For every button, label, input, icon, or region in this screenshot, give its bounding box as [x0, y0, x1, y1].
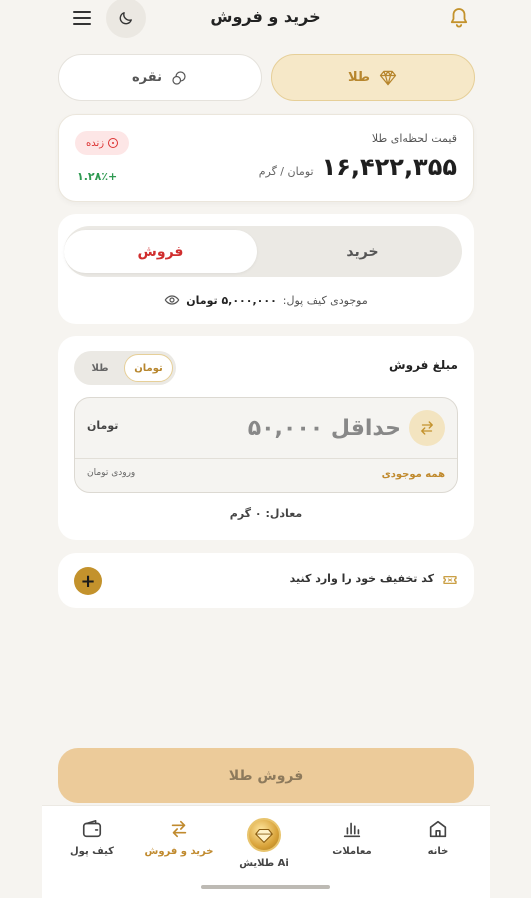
live-icon: [108, 138, 119, 148]
price-value-row: ۱۶,۴۲۲,۳۵۵ تومان / گرم: [259, 153, 457, 181]
hamburger-icon: [73, 11, 91, 25]
dark-mode-button[interactable]: [106, 0, 146, 38]
equivalent-grams: معادل: ۰ گرم: [229, 507, 303, 520]
nav-buy-sell[interactable]: خرید و فروش: [139, 818, 219, 857]
input-type-label: ورودی تومان: [87, 468, 136, 478]
price-label: قیمت لحظه‌ای طلا: [371, 132, 457, 145]
amount-input[interactable]: حداقل ۵۰,۰۰۰ تومان همه موجودی ورودی توما…: [74, 397, 458, 493]
nav-buy-sell-label: خرید و فروش: [144, 846, 214, 857]
nav-home-label: خانه: [427, 846, 449, 857]
nav-trades-label: معاملات: [332, 846, 372, 857]
home-icon: [429, 820, 447, 838]
add-discount-button[interactable]: +: [74, 567, 102, 595]
swap-arrows-icon: [171, 820, 187, 838]
nav-wallet-label: کیف پول: [70, 846, 114, 857]
unit-toman-option[interactable]: تومان: [124, 354, 173, 382]
wallet-icon: [82, 820, 102, 838]
price-value: ۱۶,۴۲۲,۳۵۵: [321, 153, 457, 181]
unit-gold-option[interactable]: طلا: [77, 354, 123, 382]
home-indicator: [201, 885, 330, 889]
input-divider: [75, 458, 457, 459]
amount-card: مبلغ فروش تومان طلا حداقل ۵۰,۰۰۰ تومان ه…: [58, 336, 474, 540]
header: خرید و فروش: [0, 0, 531, 38]
nav-wallet[interactable]: کیف پول: [52, 818, 132, 857]
amount-title: مبلغ فروش: [389, 358, 458, 372]
amount-placeholder: حداقل ۵۰,۰۰۰: [247, 415, 401, 441]
swap-button[interactable]: [409, 410, 445, 446]
ticket-icon: [443, 576, 457, 584]
price-card: قیمت لحظه‌ای طلا ۱۶,۴۲۲,۳۵۵ تومان / گرم …: [58, 114, 474, 202]
all-balance-button[interactable]: همه موجودی: [382, 469, 445, 480]
tab-gold[interactable]: طلا: [271, 54, 475, 101]
discount-text: کد تخفیف خود را وارد کنید: [289, 572, 434, 585]
trade-card: فروش خرید موجودی کیف پول: ۵,۰۰۰,۰۰۰ توما…: [58, 214, 474, 324]
balance-value: ۵,۰۰۰,۰۰۰ تومان: [186, 293, 277, 307]
price-change: ۱.۲۸٪+: [77, 170, 118, 183]
sell-gold-button[interactable]: فروش طلا: [58, 748, 474, 803]
input-unit: تومان: [87, 419, 119, 432]
unit-toggle: تومان طلا: [74, 351, 176, 385]
nav-ai[interactable]: طلایش Ai: [224, 818, 304, 869]
tab-silver-label: نقره: [132, 70, 162, 85]
wallet-balance: موجودی کیف پول: ۵,۰۰۰,۰۰۰ تومان: [58, 292, 474, 308]
moon-icon: [119, 12, 132, 25]
nav-ai-label: طلایش Ai: [239, 858, 289, 869]
nav-home[interactable]: خانه: [398, 818, 478, 857]
metal-tabs: نقره طلا: [58, 54, 475, 101]
menu-button[interactable]: [72, 9, 92, 27]
eye-icon[interactable]: [164, 292, 180, 308]
silver-coins-icon: [172, 70, 186, 85]
balance-label: موجودی کیف پول:: [282, 293, 368, 307]
ai-logo-icon: [247, 818, 281, 852]
buy-tab[interactable]: خرید: [263, 226, 462, 277]
live-badge: زنده: [75, 131, 129, 155]
live-label: زنده: [85, 137, 105, 149]
diamond-icon: [379, 70, 397, 85]
trade-toggle: فروش خرید: [64, 226, 462, 277]
price-unit: تومان / گرم: [258, 165, 314, 178]
chart-bars-icon: [343, 822, 361, 838]
sell-tab[interactable]: فروش: [64, 230, 257, 273]
swap-arrows-icon: [421, 421, 433, 435]
nav-trades[interactable]: معاملات: [312, 818, 392, 857]
discount-card[interactable]: کد تخفیف خود را وارد کنید +: [58, 553, 474, 608]
tab-silver[interactable]: نقره: [58, 54, 262, 101]
plus-icon: +: [80, 570, 96, 592]
tab-gold-label: طلا: [347, 70, 371, 85]
